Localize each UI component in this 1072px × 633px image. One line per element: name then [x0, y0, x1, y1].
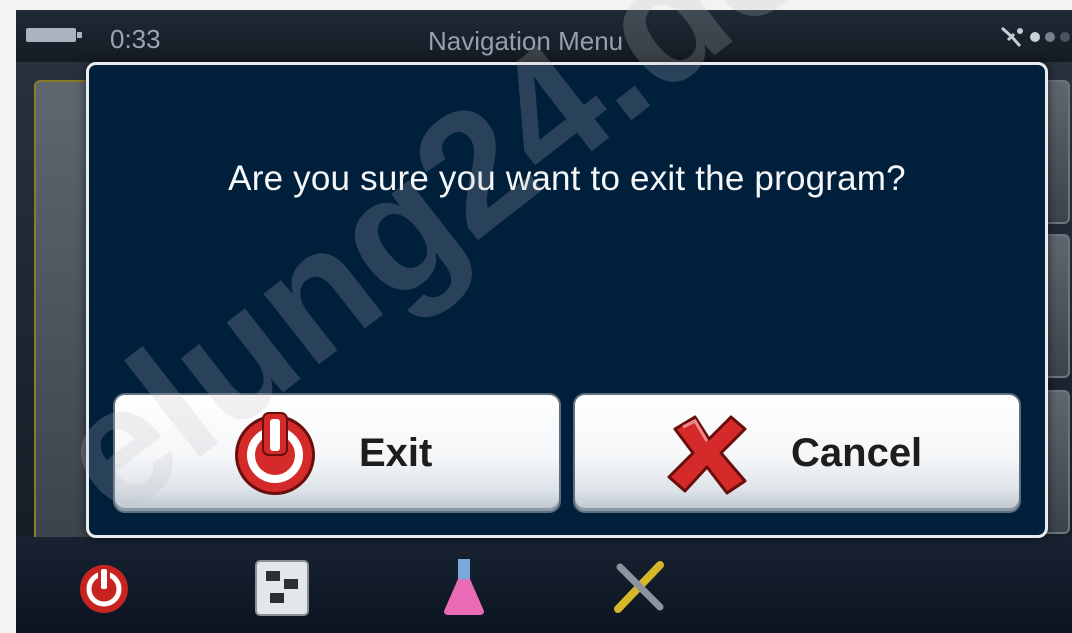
- dialog-message: Are you sure you want to exit the progra…: [228, 159, 906, 198]
- screen-title: Navigation Menu: [428, 26, 624, 56]
- navigation-screen: 0:33 Navigation Menu Are you sure you wa…: [16, 10, 1072, 633]
- cancel-x-icon: [667, 415, 747, 495]
- power-icon: [235, 412, 315, 495]
- exit-button-label: Exit: [359, 431, 433, 475]
- cancel-button[interactable]: Cancel: [573, 393, 1021, 513]
- signal-dots-icon: [1030, 32, 1070, 42]
- cancel-button-label: Cancel: [791, 431, 923, 475]
- exit-button[interactable]: Exit: [113, 393, 561, 513]
- tools-icon[interactable]: [608, 555, 672, 619]
- bottom-toolbar: [16, 537, 1072, 633]
- status-bar: 0:33 Navigation Menu: [16, 10, 1072, 62]
- power-icon[interactable]: [72, 555, 136, 619]
- clock: 0:33: [110, 24, 161, 54]
- gps-satellite-icon: [1000, 26, 1023, 47]
- flask-icon[interactable]: [432, 555, 496, 619]
- exit-confirmation-dialog: Are you sure you want to exit the progra…: [86, 62, 1048, 538]
- traffic-icon[interactable]: [250, 555, 314, 619]
- battery-icon: [26, 28, 82, 42]
